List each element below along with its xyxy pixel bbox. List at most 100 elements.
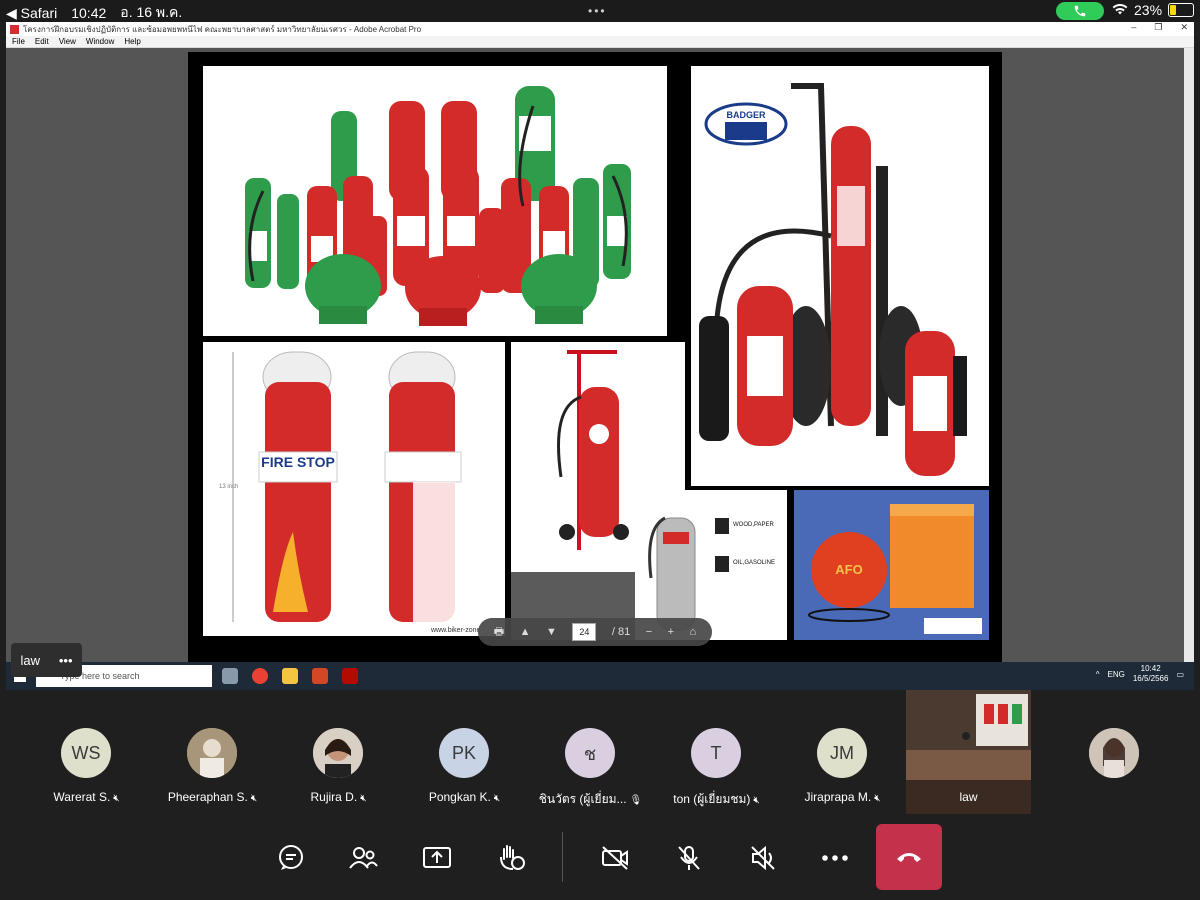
mic-icon: 🎙︎ [629,795,643,806]
fire-stop-brand: FIRE STOP [261,454,335,470]
menu-help[interactable]: Help [124,37,140,46]
speaker-off-icon [751,845,775,871]
mic-muted-icon: 🔇︎ [753,795,760,806]
close-button[interactable]: ✕ [1180,22,1188,33]
file-explorer-icon[interactable] [282,668,298,684]
participant-name: ชินวัตร (ผู้เยี่ยม... [538,792,627,806]
zoom-in-button[interactable]: + [668,626,674,638]
minimize-button[interactable]: – [1131,22,1136,33]
participant-tile[interactable]: PK Pongkan K. 🔇︎ [402,690,527,814]
menu-file[interactable]: File [12,37,25,46]
participant-tile[interactable]: ช ชินวัตร (ผู้เยี่ยม... 🎙︎ [528,690,653,814]
page-number-input[interactable]: 24 [572,623,597,641]
pdf-page-nav-toolbar: 🖶 ▲ ▼ 24 / 81 − + ⌂ [478,618,712,646]
acrobat-taskbar-icon[interactable] [342,668,358,684]
share-screen-icon [423,847,451,868]
status-right: 23% [1112,2,1195,18]
page-total: / 81 [611,626,631,638]
participant-tile[interactable]: Rujira D. 🔇︎ [276,690,401,814]
acrobat-title-bar: โครงการฝึกอบรมเชิงปฏิบัติการ และซ้อมอพยพ… [6,22,1194,36]
avatar [313,728,363,778]
participant-name: Rujira D. [310,790,358,804]
extinguisher-group-image [203,66,667,336]
battery-icon [1168,3,1195,17]
menu-edit[interactable]: Edit [35,37,49,46]
print-icon[interactable]: 🖶 [494,623,504,642]
taskbar-clock[interactable]: 10:42 16/5/2566 [1133,664,1169,684]
menu-view[interactable]: View [59,37,76,46]
mic-muted-icon: 🔇︎ [113,793,120,804]
mic-muted-icon: 🔇︎ [874,793,881,804]
fireball-brand: AFO [835,562,862,577]
share-screen-button[interactable] [420,844,454,872]
speaker-toggle-button[interactable] [746,844,780,872]
mic-muted-icon: 🔇︎ [360,793,367,804]
fire-ball-image: AFO [794,490,989,640]
chat-icon [279,845,303,870]
acrobat-app-icon [10,24,19,34]
status-time: 10:42 [71,5,107,21]
participant-tile[interactable]: WS Warerat S. 🔇︎ [24,690,149,814]
watermark-text: www.biker-zone [430,627,481,634]
people-icon [349,847,378,869]
task-view-icon[interactable] [222,668,238,684]
restore-button[interactable]: ❐ [1154,22,1162,33]
camera-toggle-button[interactable] [598,844,632,872]
pdf-page: BADGER 13 inch FIRE STOP www.biker-zone … [188,52,1002,662]
tray-arrow-icon[interactable]: ^ [1096,670,1100,679]
menu-window[interactable]: Window [86,37,114,46]
wifi-icon [1112,2,1128,18]
clock-time: 10:42 [1140,664,1161,673]
size-label: 13 inch [219,484,238,490]
avatar: WS [61,728,111,778]
zoom-out-button[interactable]: − [646,626,652,638]
phone-icon [1074,5,1086,17]
status-left: ◀ Safari 10:42 อ. 16 พ.ค. [6,2,182,24]
vertical-scrollbar[interactable] [1184,48,1194,662]
back-to-safari-link[interactable]: ◀ Safari [6,5,57,22]
hang-up-button[interactable] [876,824,942,890]
powerpoint-icon[interactable] [312,668,328,684]
avatar: PK [439,728,489,778]
control-divider [562,832,563,882]
lang-indicator[interactable]: ENG [1108,670,1125,679]
fire-stop-aerosol-image: 13 inch FIRE STOP www.biker-zone [203,342,505,636]
home-icon[interactable]: ⌂ [690,626,697,638]
call-control-bar [0,814,1200,900]
notification-icon[interactable]: ▭ [1176,670,1184,679]
more-options-icon[interactable]: ••• [59,653,73,668]
badger-co2-extinguisher-image: BADGER [691,66,989,486]
badger-logo-text: BADGER [726,110,766,120]
more-icon [822,855,848,861]
avatar: ช [565,728,615,778]
wood-paper-label: WOOD,PAPER [733,522,774,528]
next-page-button[interactable]: ▼ [546,626,557,638]
participant-tile[interactable]: JM Jiraprapa M. 🔇︎ [780,690,905,814]
participant-name: Warerat S. [53,790,111,804]
participants-strip: WS Warerat S. 🔇︎ Pheeraphan S. 🔇︎ Rujira D… [0,690,1200,814]
chrome-icon[interactable] [252,668,268,684]
participant-tile[interactable] [1052,690,1177,814]
multitask-dots[interactable]: ••• [588,4,607,18]
prev-page-button[interactable]: ▲ [520,626,531,638]
ipad-status-bar: ◀ Safari 10:42 อ. 16 พ.ค. ••• 23% [0,0,1200,22]
active-call-pill[interactable] [1056,2,1104,20]
mic-toggle-button[interactable] [672,844,706,872]
participant-tile[interactable]: T ton (ผู้เยี่ยมชม) 🔇︎ [654,690,779,814]
pinned-participant-label[interactable]: law ••• [11,643,82,677]
video-tile-law[interactable]: law [906,690,1031,814]
status-date: อ. 16 พ.ค. [120,4,183,20]
camera-off-icon [602,846,628,870]
hang-up-icon [897,853,921,862]
shared-screen: โครงการฝึกอบรมเชิงปฏิบัติการ และซ้อมอพยพ… [6,22,1194,690]
chat-button[interactable] [274,844,308,872]
people-button[interactable] [346,844,380,872]
avatar [187,728,237,778]
reactions-button[interactable] [494,844,528,872]
windows-taskbar: Type here to search ^ ENG 10:42 16/5/256… [6,662,1194,690]
participant-tile[interactable]: Pheeraphan S. 🔇︎ [150,690,275,814]
acrobat-window-title: โครงการฝึกอบรมเชิงปฏิบัติการ และซ้อมอพยพ… [23,24,422,34]
clock-date: 16/5/2566 [1132,674,1169,683]
avatar: T [691,728,741,778]
more-actions-button[interactable] [818,844,852,872]
